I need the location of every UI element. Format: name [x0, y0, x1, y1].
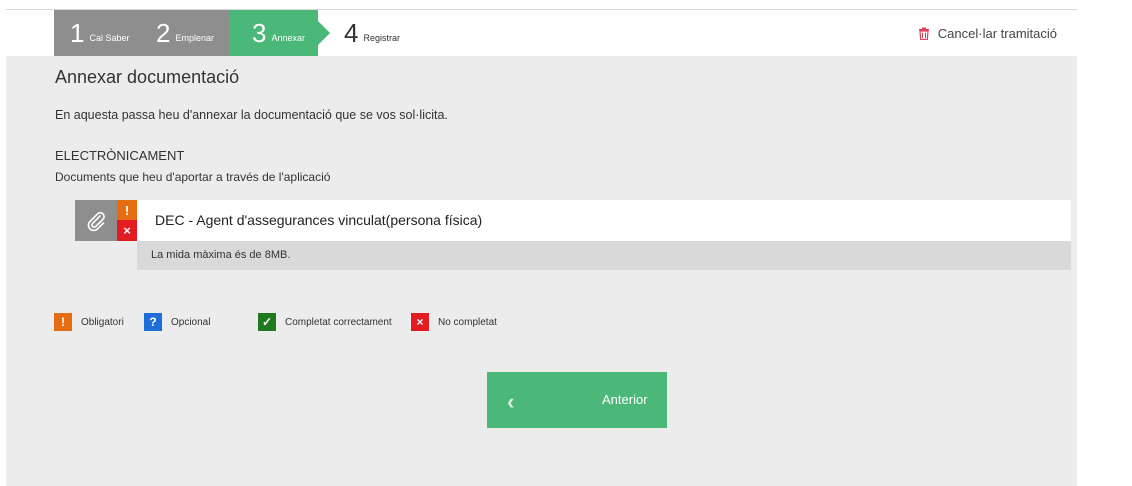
step-label: Annexar: [271, 33, 305, 43]
chevron-left-icon: ‹: [507, 389, 515, 414]
required-status-icon: !: [117, 200, 137, 220]
required-icon: !: [54, 313, 72, 331]
step-1-cal-saber[interactable]: 1 Cal Saber: [54, 10, 132, 56]
legend-not-completed: × No completat: [411, 313, 497, 331]
step-number: 2: [156, 18, 171, 48]
intro-text: En aquesta passa heu d'annexar la docume…: [55, 108, 448, 122]
legend-optional: ? Opcional: [144, 313, 210, 331]
step-2-emplenar[interactable]: 2 Emplenar: [132, 10, 230, 56]
header-bar: 1 Cal Saber 2 Emplenar 3 Annexar 4 Regis…: [6, 10, 1077, 56]
step-label: Emplenar: [175, 33, 214, 43]
step-number: 4: [344, 18, 359, 48]
legend-completed: ✓ Completat correctament: [258, 313, 392, 331]
previous-label: Anterior: [602, 392, 648, 407]
step-3-annexar[interactable]: 3 Annexar: [230, 10, 330, 56]
paperclip-icon: [87, 211, 105, 231]
close-icon: ×: [411, 313, 429, 331]
step-number: 1: [70, 18, 85, 48]
cancel-tramitacio-link[interactable]: Cancel·lar tramitació: [918, 10, 1057, 56]
step-number: 3: [252, 18, 267, 48]
legend-label: Completat correctament: [285, 316, 392, 328]
step-4-registrar: 4 Registrar: [328, 10, 438, 56]
legend-required: ! Obligatori: [54, 313, 124, 331]
legend-label: Obligatori: [81, 316, 124, 328]
check-icon: ✓: [258, 313, 276, 331]
document-row[interactable]: ! × DEC - Agent d'assegurances vinculat(…: [75, 200, 1071, 241]
page-title: Annexar documentació: [55, 67, 240, 87]
attach-button[interactable]: [75, 200, 117, 241]
document-info: La mida màxima és de 8MB.: [137, 241, 1071, 270]
section-title: ELECTRÒNICAMENT: [55, 148, 185, 163]
optional-icon: ?: [144, 313, 162, 331]
legend-label: No completat: [438, 316, 497, 328]
trash-icon: [918, 27, 929, 40]
main-panel: Annexar documentació En aquesta passa he…: [6, 56, 1077, 486]
cancel-label: Cancel·lar tramitació: [937, 25, 1057, 41]
previous-button[interactable]: ‹ Anterior: [487, 372, 667, 428]
legend-label: Opcional: [171, 316, 211, 328]
step-label: Cal Saber: [89, 33, 130, 43]
incomplete-status-icon: ×: [117, 220, 137, 241]
document-title: DEC - Agent d'assegurances vinculat(pers…: [155, 212, 483, 228]
step-label: Registrar: [363, 33, 400, 43]
max-size-text: La mida màxima és de 8MB.: [151, 249, 291, 261]
section-subtitle: Documents que heu d'aportar a través de …: [55, 170, 331, 184]
